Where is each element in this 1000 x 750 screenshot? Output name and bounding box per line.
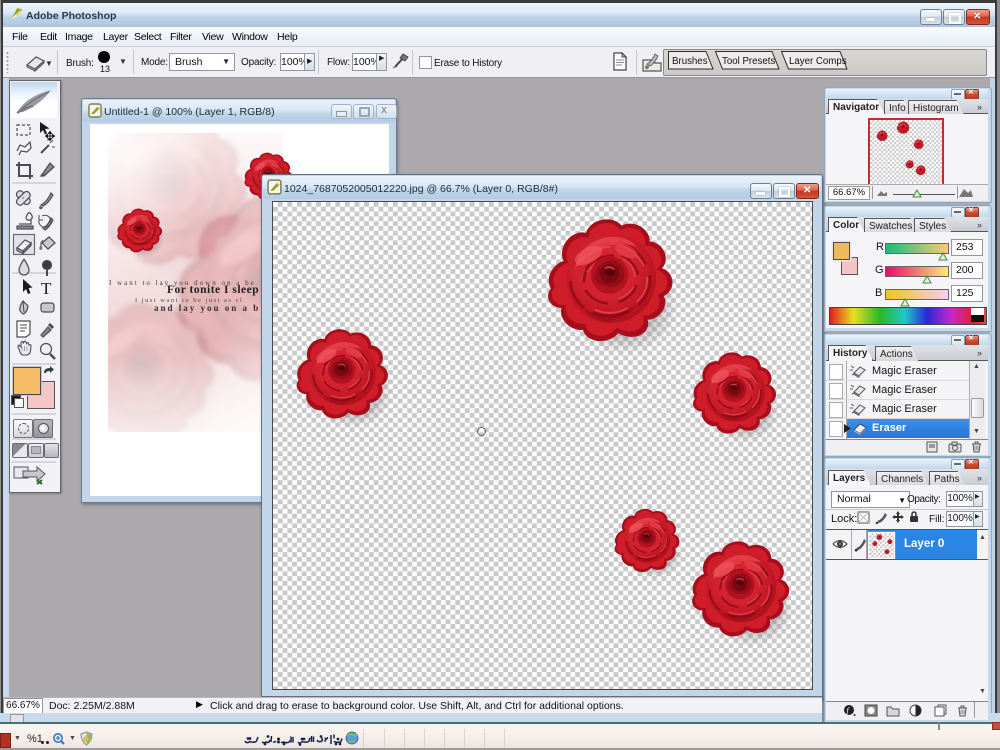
svg-text:Layer Comps: Layer Comps	[789, 56, 847, 67]
svg-text:Brushes: Brushes	[672, 56, 708, 67]
svg-text:T: T	[41, 279, 52, 298]
svg-text:Tool Presets: Tool Presets	[722, 56, 775, 67]
